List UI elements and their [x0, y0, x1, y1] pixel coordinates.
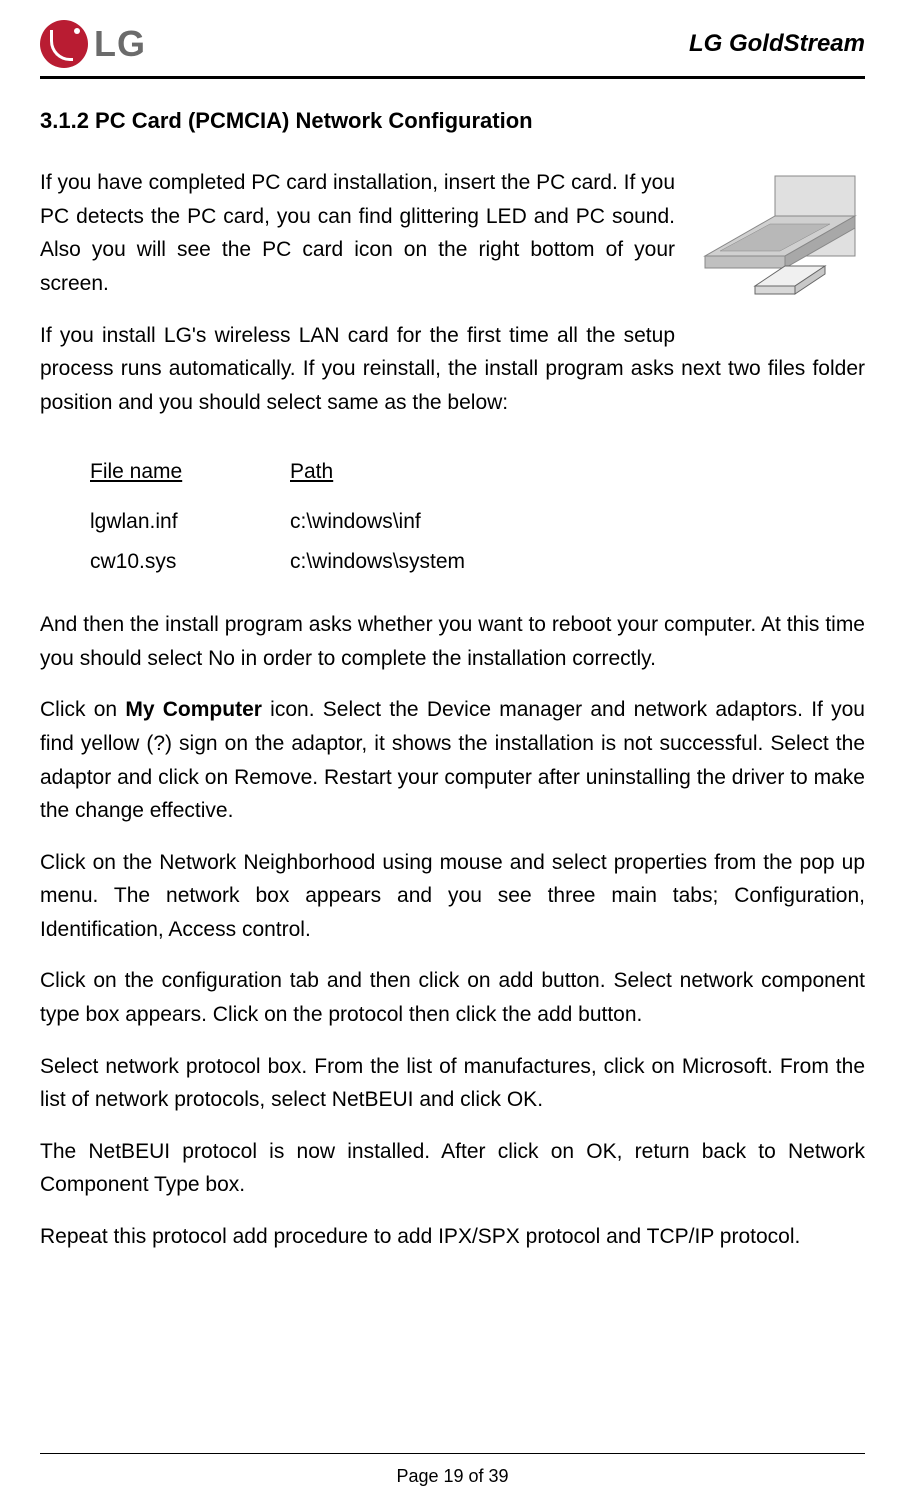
paragraph-7: Select network protocol box. From the li… — [40, 1050, 865, 1117]
paragraph-4-pre: Click on — [40, 698, 125, 721]
brand-title: LG GoldStream — [689, 30, 865, 58]
table-header-row: File name Path — [90, 455, 865, 489]
page-header: LG LG GoldStream — [40, 20, 865, 79]
page-footer: Page 19 of 39 — [40, 1453, 865, 1487]
table-header-path: Path — [290, 455, 510, 489]
table-header-file: File name — [90, 455, 290, 489]
page-number-label: Page 19 of 39 — [396, 1466, 508, 1486]
lg-logo: LG — [40, 20, 146, 68]
laptop-pccard-illustration — [685, 166, 865, 326]
paragraph-6: Click on the configuration tab and then … — [40, 964, 865, 1031]
table-cell-file: lgwlan.inf — [90, 505, 290, 539]
paragraph-9: Repeat this protocol add procedure to ad… — [40, 1220, 865, 1254]
paragraph-2: If you install LG's wireless LAN card fo… — [40, 319, 865, 420]
page-content: 3.1.2 PC Card (PCMCIA) Network Configura… — [40, 79, 865, 1453]
table-row: cw10.sys c:\windows\system — [90, 545, 865, 579]
document-page: LG LG GoldStream 3.1.2 PC Card (PCMCIA) … — [0, 0, 905, 1507]
paragraph-5: Click on the Network Neighborhood using … — [40, 846, 865, 947]
section-heading: 3.1.2 PC Card (PCMCIA) Network Configura… — [40, 103, 865, 138]
paragraph-8: The NetBEUI protocol is now installed. A… — [40, 1135, 865, 1202]
table-row: lgwlan.inf c:\windows\inf — [90, 505, 865, 539]
paragraph-4: Click on My Computer icon. Select the De… — [40, 693, 865, 827]
table-cell-file: cw10.sys — [90, 545, 290, 579]
table-cell-path: c:\windows\inf — [290, 505, 510, 539]
intro-block: If you have completed PC card installati… — [40, 166, 865, 437]
table-cell-path: c:\windows\system — [290, 545, 510, 579]
my-computer-bold: My Computer — [125, 698, 262, 721]
file-path-table: File name Path lgwlan.inf c:\windows\inf… — [90, 455, 865, 578]
paragraph-3: And then the install program asks whethe… — [40, 608, 865, 675]
lg-logo-text: LG — [94, 23, 146, 65]
lg-logo-icon — [40, 20, 88, 68]
